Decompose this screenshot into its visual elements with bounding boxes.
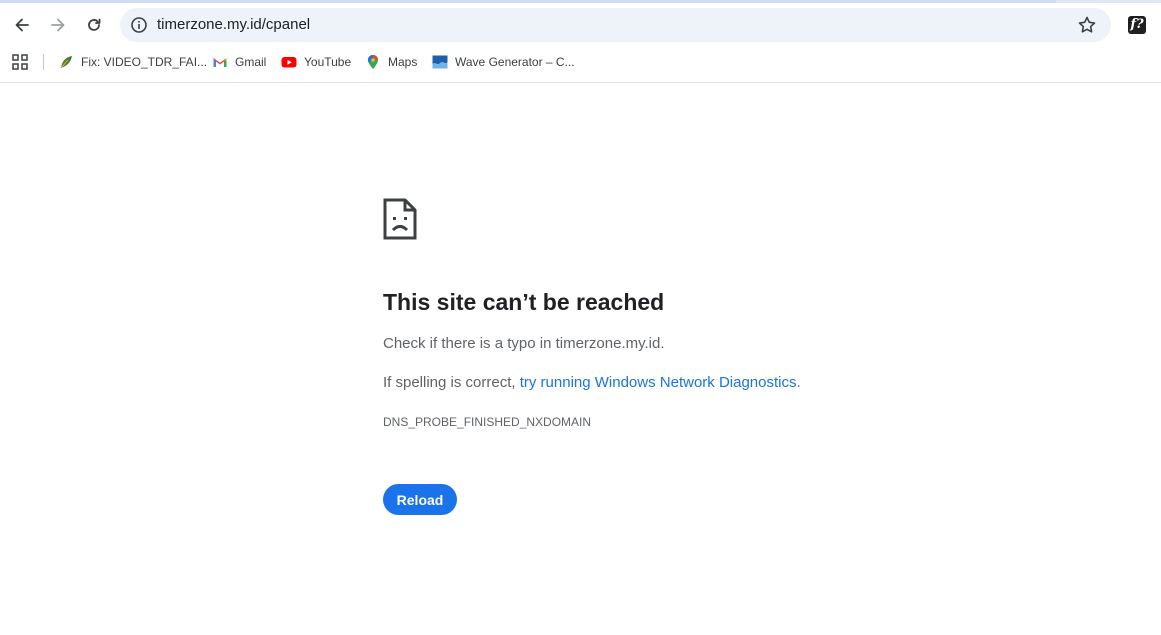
bookmark-label: Fix: VIDEO_TDR_FAI... [81, 55, 208, 69]
bookmark-youtube[interactable]: YouTube [281, 52, 351, 72]
error-title: This site can’t be reached [383, 289, 665, 315]
bookmark-fix-video[interactable]: Fix: VIDEO_TDR_FAI... [58, 52, 207, 72]
arrow-right-icon [51, 18, 65, 32]
window-top-strip [0, 0, 1161, 3]
address-bar[interactable]: timerzone.my.id/cpanel [120, 8, 1111, 42]
diagnostics-suffix: . [796, 374, 801, 391]
bookmark-gmail[interactable]: Gmail [212, 52, 266, 72]
bookmark-maps[interactable]: Maps [365, 52, 417, 72]
youtube-icon [281, 54, 297, 70]
forward-button[interactable] [44, 11, 72, 39]
bookmarks-bar: Fix: VIDEO_TDR_FAI... Gmail YouTube Maps… [0, 50, 1161, 74]
bookmark-label: Wave Generator – C... [455, 55, 575, 69]
site-info-icon[interactable] [129, 15, 149, 35]
error-code: DNS_PROBE_FINISHED_NXDOMAIN [383, 415, 592, 429]
address-bar-url[interactable]: timerzone.my.id/cpanel [157, 16, 310, 34]
network-diagnostics-link[interactable]: try running Windows Network Diagnostics [520, 374, 797, 391]
bookmark-label: Maps [388, 55, 418, 69]
reload-button[interactable]: Reload [383, 484, 457, 515]
leaf-icon [58, 54, 74, 70]
bookmark-star-icon[interactable] [1077, 15, 1097, 35]
apps-grid-icon[interactable] [12, 54, 28, 70]
diagnostics-prefix: If spelling is correct, [383, 374, 520, 391]
bookmark-label: YouTube [304, 55, 352, 69]
bookmark-wave-generator[interactable]: Wave Generator – C... [432, 52, 575, 72]
bookmark-label: Gmail [235, 55, 267, 69]
bookmarks-divider [43, 54, 44, 70]
extension-icon[interactable]: f? [1128, 16, 1146, 34]
typo-hint: Check if there is a typo in timerzone.my… [383, 335, 665, 352]
sad-page-icon [383, 198, 417, 240]
diagnostics-hint: If spelling is correct, try running Wind… [383, 374, 801, 391]
wave-icon [432, 54, 448, 70]
gmail-icon [212, 54, 228, 70]
reload-page-button[interactable] [80, 11, 108, 39]
maps-icon [365, 54, 381, 70]
browser-chrome: timerzone.my.id/cpanel f? Fix: VIDEO_TDR… [0, 0, 1161, 83]
refresh-icon [88, 18, 101, 31]
back-button[interactable] [8, 11, 36, 39]
arrow-left-icon [15, 18, 29, 32]
